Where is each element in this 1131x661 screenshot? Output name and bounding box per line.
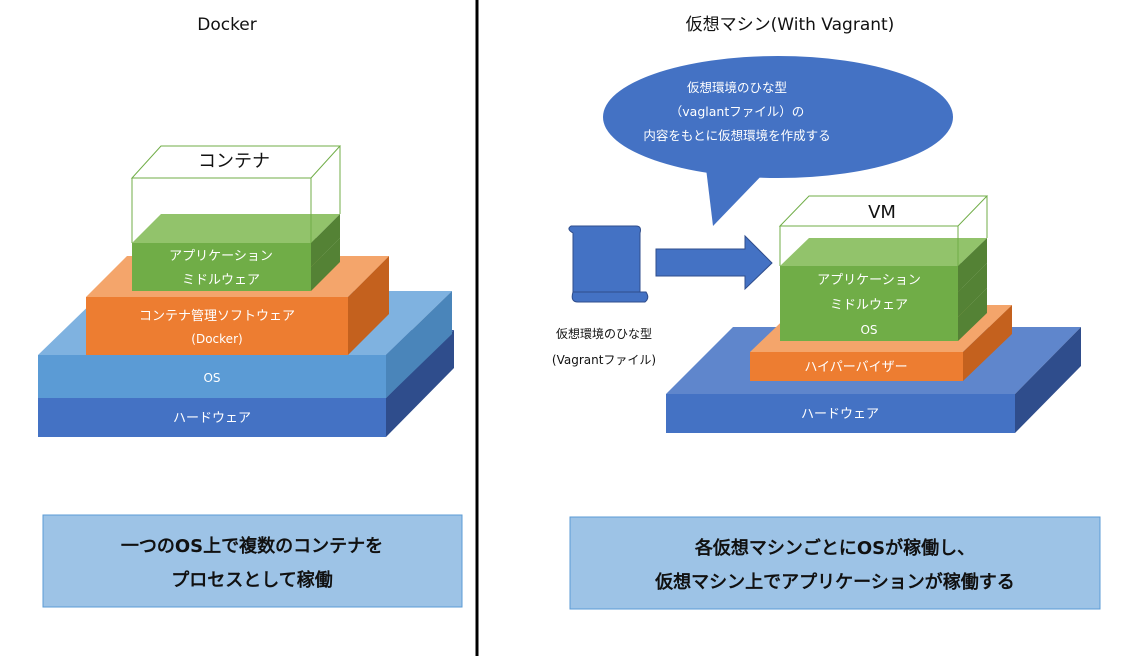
vagrant-file-scroll-icon [568,225,649,303]
right-middleware-label: ミドルウェア [830,298,908,313]
right-app-label: アプリケーション [817,273,921,288]
diagram-stage: Docker ハードウェア OS コンテナ管理ソフトウェア (Docker) ミ… [0,0,1131,656]
diagram-canvas: Docker ハードウェア OS コンテナ管理ソフトウェア (Docker) ミ… [38,0,1101,656]
right-summary-line2: 仮想マシン上でアプリケーションが稼働する [654,571,1015,593]
right-arrow-icon [655,234,773,291]
left-summary-line2: プロセスとして稼働 [171,569,332,591]
right-summary-box: 各仮想マシンごとにOSが稼働し、 仮想マシン上でアプリケーションが稼働する [569,516,1101,610]
right-hypervisor-label: ハイパーバイザー [804,360,907,375]
left-title: Docker [197,15,257,35]
right-summary-line1: 各仮想マシンごとにOSが稼働し、 [694,537,975,559]
speech-bubble: 仮想環境のひな型 （vaglantファイル）の 内容をもとに仮想環境を作成する [603,56,953,226]
left-container-mgmt-sub: (Docker) [191,332,242,346]
left-summary-box: 一つのOS上で複数のコンテナを プロセスとして稼働 [42,514,463,608]
scroll-caption1: 仮想環境のひな型 [556,326,652,341]
left-os-label: OS [203,371,220,385]
left-app-label: アプリケーション [169,249,273,264]
left-summary-line1: 一つのOS上で複数のコンテナを [121,535,383,557]
bubble-line2: （vaglantファイル）の [670,104,804,119]
left-container-mgmt-label: コンテナ管理ソフトウェア [139,309,295,324]
left-app-layer: アプリケーション [132,214,340,267]
scroll-caption2: (Vagrantファイル) [552,353,656,367]
right-hardware-label: ハードウェア [801,407,879,422]
right-os-label: OS [860,323,877,337]
left-container-label: コンテナ [198,151,270,172]
right-app-layer: アプリケーション [780,238,987,292]
left-middleware-label: ミドルウェア [182,273,260,288]
right-title: 仮想マシン(With Vagrant) [686,15,895,35]
left-hardware-label: ハードウェア [173,411,251,426]
bubble-line3: 内容をもとに仮想環境を作成する [643,128,830,143]
bubble-line1: 仮想環境のひな型 [687,80,787,95]
right-vm-label: VM [868,202,896,223]
